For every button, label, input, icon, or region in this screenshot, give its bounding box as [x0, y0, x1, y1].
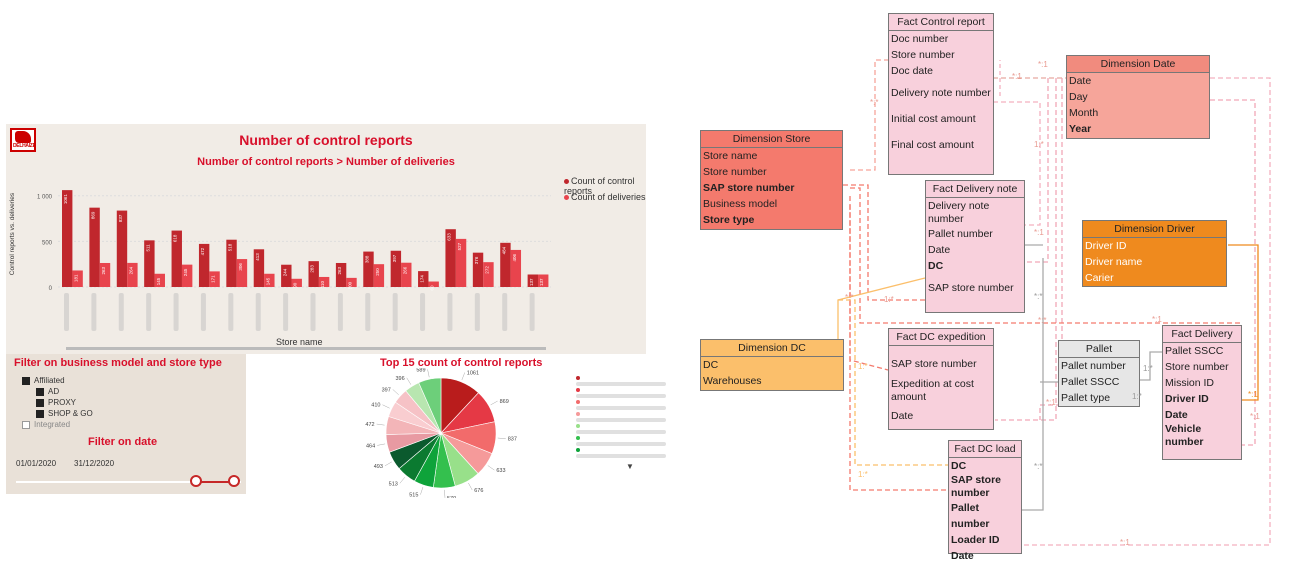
entity-field: DC	[703, 359, 719, 371]
entity-dimension-store[interactable]: Dimension Store Store name Store number …	[700, 130, 843, 230]
entity-field: Store number	[703, 166, 767, 178]
entity-field: Pallet SSCC	[1061, 376, 1120, 388]
entity-dimension-date[interactable]: Dimension Date Date Day Month Year	[1066, 55, 1210, 139]
entity-title: Dimension Date	[1067, 56, 1209, 73]
entity-field: Pallet number	[951, 502, 990, 530]
entity-field: Vehicle number	[1165, 423, 1204, 448]
entity-fact-dc-expedition[interactable]: Fact DC expedition SAP store number Expe…	[888, 328, 994, 430]
entity-title: Fact Control report	[889, 14, 993, 31]
entity-field: Date	[1165, 409, 1188, 421]
entity-field: Warehouses	[703, 375, 762, 387]
relationship-label: *:*	[845, 293, 854, 302]
relationship-label: *:*	[1034, 292, 1043, 301]
entity-field: SAP store number	[928, 282, 1014, 294]
relationship-label: *:*	[870, 98, 879, 107]
entity-field: SAP store number	[951, 474, 1001, 499]
relationship-label: *:*	[1038, 316, 1047, 325]
relationship-label: *:*	[1034, 462, 1043, 471]
entity-title: Pallet	[1059, 341, 1139, 358]
entity-field: Date	[891, 410, 914, 422]
entity-title: Fact DC expedition	[889, 329, 993, 346]
relationship-label: *:1	[1012, 72, 1022, 81]
relationship-label: 1:*	[858, 362, 868, 371]
relationship-label: 1:*	[1143, 364, 1153, 373]
entity-field: Store number	[891, 49, 955, 61]
entity-field: Pallet number	[928, 228, 993, 240]
relationship-label: *:1	[1038, 60, 1048, 69]
entity-field: Date	[1069, 75, 1092, 87]
entity-title: Fact Delivery note	[926, 181, 1024, 198]
entity-field: Driver ID	[1085, 240, 1127, 252]
entity-field: Pallet number	[1061, 360, 1126, 372]
entity-field: Pallet SSCC	[1165, 345, 1224, 357]
entity-dimension-dc[interactable]: Dimension DC DC Warehouses	[700, 339, 844, 391]
entity-title: Dimension Store	[701, 131, 842, 148]
entity-field: Doc number	[891, 33, 949, 45]
entity-field: Delivery note number	[928, 200, 990, 225]
entity-fact-dc-load[interactable]: Fact DC load DC SAP store number Pallet …	[948, 440, 1022, 562]
entity-pallet[interactable]: Pallet Pallet number Pallet SSCC Pallet …	[1058, 340, 1140, 407]
relationship-label: *:1	[1250, 412, 1260, 421]
relationship-label: *:1	[1034, 228, 1044, 237]
entity-field: Date	[951, 550, 974, 562]
entity-field: Store number	[1165, 361, 1229, 373]
entity-field: Pallet type	[1061, 392, 1111, 404]
entity-title: Fact DC load	[949, 441, 1021, 458]
entity-fact-delivery-note[interactable]: Fact Delivery note Delivery note number …	[925, 180, 1025, 313]
entity-field: Expedition at cost amount	[891, 378, 974, 403]
entity-field: Store type	[703, 214, 755, 226]
entity-field: Year	[1069, 123, 1092, 135]
entity-field: SAP store number	[703, 182, 795, 194]
entity-field: DC	[951, 460, 967, 472]
entity-field: Driver name	[1085, 256, 1143, 268]
relationship-label: *:1	[1046, 398, 1056, 407]
entity-field: Mission ID	[1165, 377, 1215, 389]
entity-dimension-driver[interactable]: Dimension Driver Driver ID Driver name C…	[1082, 220, 1227, 287]
entity-title: Dimension Driver	[1083, 221, 1226, 238]
relationship-label: *:1	[1248, 390, 1258, 399]
relationship-label: *:1	[1152, 315, 1162, 324]
relationship-label: *:1	[1120, 538, 1130, 547]
entity-field: SAP store number	[891, 358, 977, 370]
entity-fact-control-report[interactable]: Fact Control report Doc number Store num…	[888, 13, 994, 175]
entity-field: Doc date	[891, 65, 934, 77]
relationship-label: 1:*	[1132, 392, 1142, 401]
entity-field: Loader ID	[951, 534, 1000, 546]
entity-field: Initial cost amount	[891, 113, 976, 125]
entity-fact-delivery[interactable]: Fact Delivery Pallet SSCC Store number M…	[1162, 325, 1242, 460]
entity-field: Store name	[703, 150, 758, 162]
entity-field: Final cost amount	[891, 139, 974, 151]
entity-field: Day	[1069, 91, 1088, 103]
entity-title: Fact Delivery	[1163, 326, 1241, 343]
entity-title: Dimension DC	[701, 340, 843, 357]
entity-field: Driver ID	[1165, 393, 1209, 405]
relationship-label: 1:*	[884, 295, 894, 304]
relationship-label: 1:*	[858, 470, 868, 479]
entity-field: DC	[928, 260, 944, 272]
entity-field: Month	[1069, 107, 1099, 119]
entity-field: Carier	[1085, 272, 1114, 284]
entity-field: Delivery note number	[891, 87, 991, 99]
entity-field: Business model	[703, 198, 778, 210]
entity-field: Date	[928, 244, 951, 256]
relationship-label: 1:*	[1034, 140, 1044, 149]
